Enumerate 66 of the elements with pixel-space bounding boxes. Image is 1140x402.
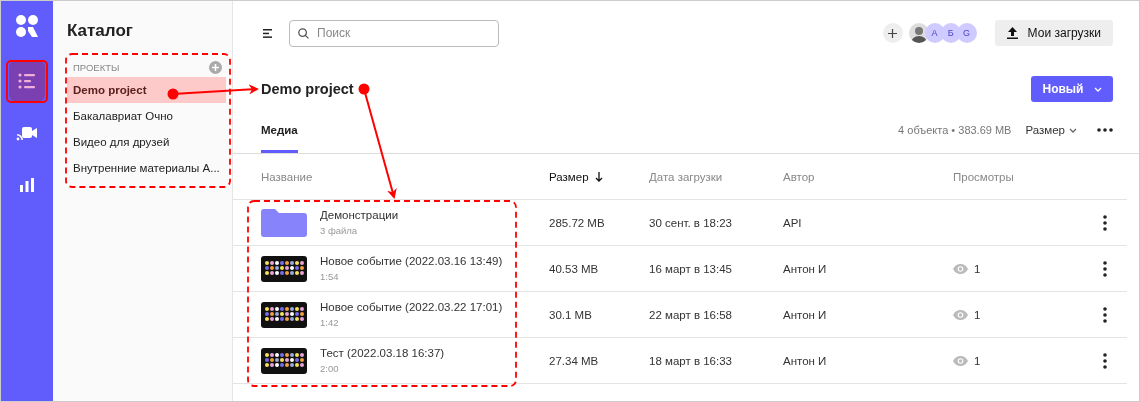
item-meta: 3 файла <box>320 225 359 236</box>
avatar[interactable]: G <box>956 23 977 43</box>
item-name[interactable]: Демонстрации <box>320 209 399 221</box>
item-meta: 2:00 <box>320 363 340 374</box>
item-name[interactable]: Новое событие (2022.03.16 13:49) <box>320 255 503 267</box>
views-count: 1 <box>974 262 981 275</box>
item-meta: 1:42 <box>320 317 340 328</box>
eye-icon <box>953 355 968 366</box>
views-count: 1 <box>974 354 981 367</box>
column-header[interactable]: Название <box>261 170 549 183</box>
avatar[interactable] <box>908 23 929 43</box>
menu-icon[interactable] <box>263 28 273 38</box>
author-cell-text: Антон И <box>783 354 828 367</box>
more-icon <box>1103 306 1107 323</box>
item-name[interactable]: Тест (2022.03.18 16:37) <box>320 347 445 359</box>
project-title: Demo project <box>261 81 354 97</box>
caret-icon <box>1069 127 1077 133</box>
size-cell-text: 285.72 MB <box>549 216 606 229</box>
project-item[interactable]: Demo project <box>67 77 226 103</box>
new-button[interactable]: Новый <box>1031 76 1113 102</box>
highlight-frame <box>6 60 48 103</box>
logo-icon <box>15 14 39 38</box>
nav-button[interactable] <box>9 61 45 101</box>
sidebar-title: Каталог <box>67 21 134 41</box>
search-field[interactable]: Поиск <box>289 19 499 47</box>
date-cell-text: 30 сент. в 18:23 <box>649 216 733 229</box>
folder-icon <box>261 208 307 237</box>
size-cell-text: 27.34 MB <box>549 354 600 367</box>
more-icon <box>1103 214 1107 231</box>
add-member-button[interactable] <box>882 23 903 43</box>
author-cell-text: API <box>783 216 803 229</box>
more-icon <box>1103 260 1107 277</box>
date-cell-text: 16 март в 13:45 <box>649 262 733 275</box>
column-header[interactable]: Дата загрузки <box>649 170 783 183</box>
search-icon <box>298 27 309 39</box>
column-header[interactable]: Автор <box>783 170 953 183</box>
section-label: ПРОЕКТЫ <box>73 61 120 73</box>
size-cell-text: 30.1 MB <box>549 308 593 321</box>
summary-text: 4 объекта • 383.69 MB <box>898 124 1012 136</box>
video-camera-icon <box>16 125 38 141</box>
tab[interactable]: Медиа <box>261 124 298 153</box>
date-cell-text: 18 март в 16:33 <box>649 354 733 367</box>
upload-icon <box>1006 27 1018 39</box>
project-item[interactable]: Внутренние материалы А... <box>67 155 226 181</box>
eye-icon <box>953 309 968 320</box>
project-item[interactable]: Бакалавриат Очно <box>67 103 226 129</box>
date-cell-text: 22 март в 16:58 <box>649 308 733 321</box>
size-cell-text: 40.53 MB <box>549 262 600 275</box>
plus-icon <box>888 28 898 38</box>
views-count: 1 <box>974 308 981 321</box>
item-name[interactable]: Новое событие (2022.03.22 17:01) <box>320 301 503 313</box>
column-header[interactable]: Просмотры <box>953 170 1103 183</box>
caret-icon <box>1093 86 1102 92</box>
item-meta: 1:54 <box>320 271 340 282</box>
column-header[interactable]: Размер <box>549 170 649 183</box>
sort-button[interactable]: Размер <box>1025 124 1077 136</box>
list-icon <box>18 73 36 89</box>
eye-icon <box>953 263 968 274</box>
project-item[interactable]: Видео для друзей <box>67 129 226 155</box>
sort-arrow-icon <box>594 171 603 182</box>
uploads-button[interactable]: Мои загрузки <box>994 20 1113 46</box>
bar-chart-icon <box>19 178 35 192</box>
more-button[interactable] <box>1097 128 1113 132</box>
author-cell-text: Антон И <box>783 262 828 275</box>
author-cell-text: Антон И <box>783 308 828 321</box>
more-icon <box>1103 352 1107 369</box>
